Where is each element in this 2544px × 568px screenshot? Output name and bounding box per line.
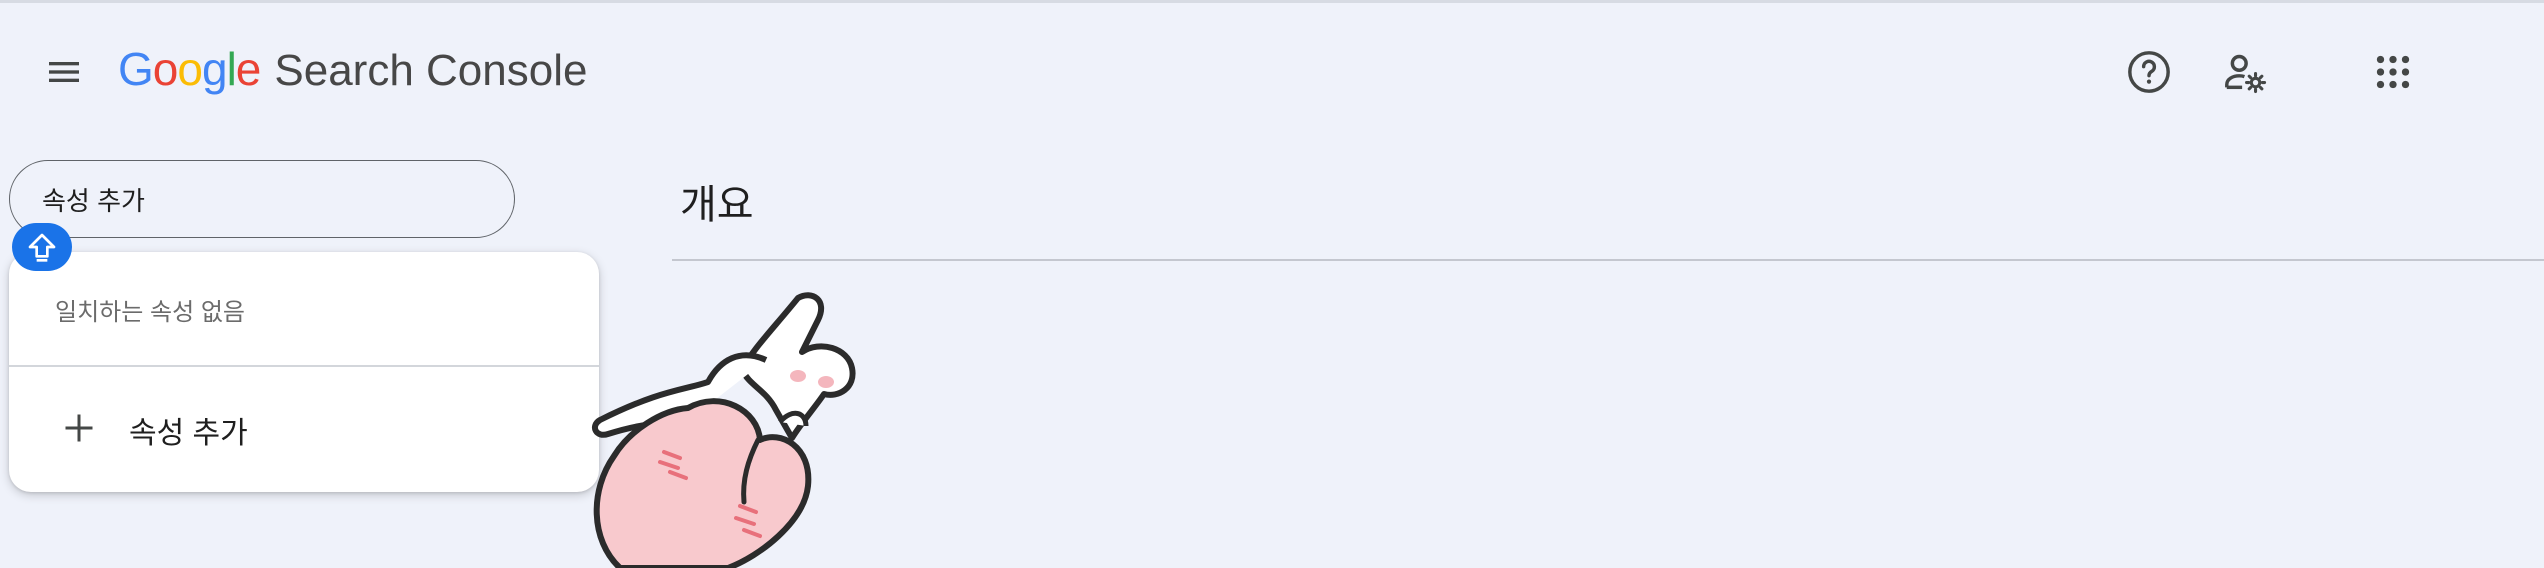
add-property-label: 속성 추가 <box>129 417 248 450</box>
google-letter: l <box>226 43 237 95</box>
plus-icon <box>65 414 93 442</box>
property-search-input[interactable]: 속성 추가 <box>9 160 515 238</box>
no-matching-property-message: 일치하는 속성 없음 <box>55 299 245 326</box>
search-console-logo[interactable]: Google Search Console <box>118 42 587 102</box>
property-dropdown: 일치하는 속성 없음 속성 추가 <box>9 252 599 492</box>
shift-badge <box>12 223 72 271</box>
google-letter: o <box>177 43 203 95</box>
shift-up-arrow-icon <box>28 233 56 262</box>
title-divider <box>672 259 2544 261</box>
google-apps-button[interactable] <box>2361 40 2425 104</box>
manage-users-icon <box>2225 54 2267 94</box>
google-letter: o <box>152 43 179 95</box>
property-search-value: 속성 추가 <box>42 185 145 216</box>
dropdown-divider <box>9 365 599 367</box>
manage-users-button[interactable] <box>2213 40 2277 104</box>
help-circle-icon <box>2128 51 2170 93</box>
google-letter: e <box>235 43 262 95</box>
google-wordmark: Google <box>118 42 262 96</box>
help-button[interactable] <box>2117 40 2181 104</box>
rabbit-heart-sticker <box>591 292 856 568</box>
top-border <box>0 0 2544 3</box>
add-property-button[interactable]: 속성 추가 <box>9 370 599 486</box>
hamburger-menu-icon <box>49 62 79 82</box>
product-name: Search Console <box>274 46 588 95</box>
google-letter: g <box>201 43 228 95</box>
google-apps-grid-icon <box>2376 55 2410 89</box>
main-menu-button[interactable] <box>36 44 92 100</box>
page-title: 개요 <box>680 183 754 227</box>
google-letter: G <box>118 43 154 95</box>
